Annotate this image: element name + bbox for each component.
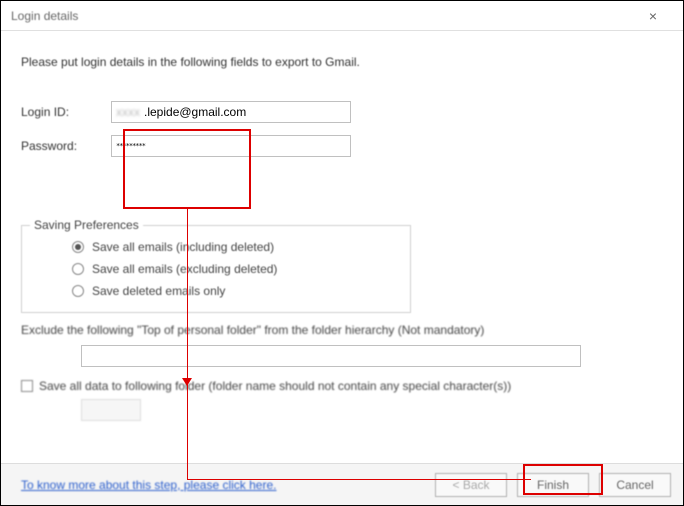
login-label: Login ID: <box>21 105 111 119</box>
radio-icon <box>72 263 84 275</box>
finish-button[interactable]: Finish <box>517 473 589 497</box>
login-row: Login ID: xxxx .lepide@gmail.com <box>21 101 663 123</box>
login-input[interactable]: xxxx .lepide@gmail.com <box>111 101 351 123</box>
checkbox-icon <box>21 380 33 392</box>
password-row: Password: <box>21 135 663 157</box>
exclude-label: Exclude the following "Top of personal f… <box>21 323 663 337</box>
cancel-button[interactable]: Cancel <box>599 473 671 497</box>
saving-legend: Saving Preferences <box>30 218 143 232</box>
exclude-input[interactable] <box>81 345 581 367</box>
save-folder-row[interactable]: Save all data to following folder (folde… <box>21 379 663 393</box>
save-folder-input <box>81 399 141 421</box>
radio-opt2[interactable]: Save all emails (excluding deleted) <box>72 262 400 276</box>
help-link[interactable]: To know more about this step, please cli… <box>21 478 276 492</box>
dialog-content: Please put login details in the followin… <box>1 31 683 463</box>
radio-opt1[interactable]: Save all emails (including deleted) <box>72 240 400 254</box>
dialog-footer: To know more about this step, please cli… <box>1 463 683 505</box>
save-folder-label: Save all data to following folder (folde… <box>39 379 511 393</box>
password-input[interactable] <box>111 135 351 157</box>
saving-preferences-group: Saving Preferences Save all emails (incl… <box>21 225 411 313</box>
radio-icon <box>72 285 84 297</box>
login-masked-prefix: xxxx <box>116 105 144 119</box>
login-value: .lepide@gmail.com <box>144 105 246 119</box>
radio-icon <box>72 241 84 253</box>
titlebar: Login details × <box>1 1 683 31</box>
instructions-text: Please put login details in the followin… <box>21 55 663 69</box>
close-icon[interactable]: × <box>633 8 673 24</box>
back-button[interactable]: < Back <box>435 473 507 497</box>
radio-opt3[interactable]: Save deleted emails only <box>72 284 400 298</box>
window-title: Login details <box>11 9 633 23</box>
password-label: Password: <box>21 139 111 153</box>
